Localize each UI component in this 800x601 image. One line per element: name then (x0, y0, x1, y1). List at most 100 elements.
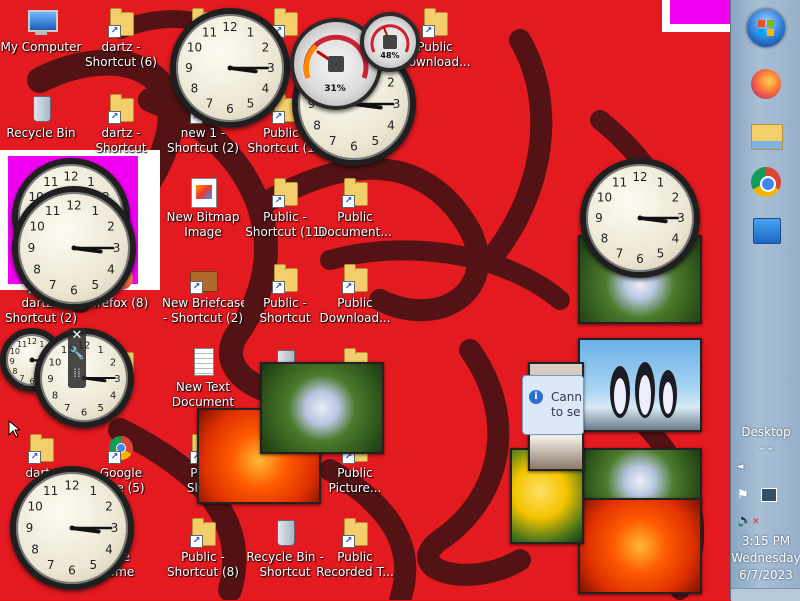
start-button[interactable] (744, 6, 788, 50)
action-center-flag-icon[interactable]: ⚑ (737, 488, 749, 503)
svg-text:5: 5 (657, 247, 665, 261)
svg-text:7: 7 (64, 403, 70, 414)
wrench-icon[interactable]: 🔧 (68, 346, 86, 360)
photo-tile-penguins[interactable] (578, 338, 702, 432)
desktop-icon-label: Public (337, 296, 373, 310)
drag-handle-icon[interactable]: ⁞⁞ (68, 366, 86, 380)
firefox-icon (751, 69, 781, 99)
svg-text:11: 11 (43, 484, 58, 498)
close-icon[interactable]: ✕ (68, 328, 86, 343)
desktop-icon[interactable]: ↗ Public Document... (314, 176, 396, 240)
desktop-icon-label: New Bitmap (166, 210, 240, 224)
mouse-cursor-icon (8, 420, 20, 438)
clock-date[interactable]: 6/7/2023 (731, 568, 800, 582)
desktop-toolbar-label[interactable]: Desktop (731, 425, 800, 439)
cpu-meter-gadget[interactable]: 31% 48% (290, 12, 420, 110)
cpu-percent-readout: 31% (320, 84, 350, 94)
svg-text:1: 1 (91, 204, 99, 218)
svg-text:12: 12 (222, 20, 237, 34)
svg-text:8: 8 (313, 118, 321, 132)
analog-clock-gadget[interactable]: 123456789101112 (10, 466, 134, 590)
svg-text:8: 8 (33, 262, 41, 276)
svg-text:1: 1 (247, 26, 255, 40)
show-desktop-button[interactable] (731, 588, 800, 601)
briefcase-icon: ↗ (187, 262, 219, 294)
svg-text:6: 6 (81, 407, 87, 418)
recycle-bin-icon (25, 92, 57, 124)
svg-text:2: 2 (672, 191, 680, 205)
desktop[interactable]: My Computer↗dartz -Shortcut (6)↗M↗↗Publi… (0, 0, 730, 600)
taskbar-firefox-button[interactable] (744, 62, 788, 106)
bitmap-image-icon (187, 176, 219, 208)
desktop-icon[interactable]: ↗ New Briefcase - Shortcut (2) (162, 262, 244, 326)
desktop-icon-label-line2: Picture... (328, 481, 382, 495)
svg-text:6: 6 (68, 564, 76, 578)
svg-text:10: 10 (187, 41, 202, 55)
memory-gauge: 48% (360, 12, 420, 72)
penguins-image (610, 362, 677, 418)
taskbar-control-panel-button[interactable] (744, 208, 788, 252)
svg-text:6: 6 (350, 140, 358, 154)
desktop-icon-label-line2: Shortcut (6) (85, 55, 157, 69)
analog-clock-gadget[interactable]: 123456789101112 (12, 186, 136, 310)
svg-text:9: 9 (28, 241, 36, 255)
svg-text:2: 2 (105, 500, 113, 514)
windows-orb-icon (747, 9, 785, 47)
svg-text:12: 12 (27, 337, 37, 346)
analog-clock-gadget[interactable]: 123456789101112 (170, 8, 290, 128)
photo-tile-orange-flower-right[interactable] (578, 498, 702, 594)
network-icon[interactable] (761, 488, 777, 502)
gadget-controls: ✕ 🔧 ⁞⁞ (68, 328, 86, 388)
volume-muted-icon[interactable]: 🔈✕ (737, 513, 760, 527)
desktop-icon-label-line2: Download... (319, 311, 391, 325)
svg-text:8: 8 (31, 542, 39, 556)
show-hidden-icons-arrow-icon[interactable]: ◄ (705, 462, 775, 472)
desktop-icon-label: new 1 - (180, 126, 226, 140)
photo-tile-hydrangea-small[interactable] (578, 448, 702, 504)
taskbar-chrome-button[interactable] (744, 160, 788, 204)
notification-balloon[interactable]: i Cann to se (522, 375, 584, 435)
desktop-icon-label-line2: Document... (318, 225, 392, 239)
desktop-icon[interactable]: ↗ Public Recorded T... (314, 516, 396, 580)
folder-shortcut-icon: ↗ (105, 6, 137, 38)
memory-gauge-dial (370, 24, 410, 53)
photo-tile-hydrangea[interactable] (260, 362, 384, 454)
desktop-icon-label: Public (337, 466, 373, 480)
svg-text:5: 5 (98, 403, 104, 414)
desktop-icon[interactable]: ↗ Public - Shortcut (8) (162, 516, 244, 580)
desktop-icon[interactable]: My Computer (0, 6, 82, 55)
folder-shortcut-icon: ↗ (339, 176, 371, 208)
info-icon: i (529, 390, 543, 404)
desktop-icon[interactable]: Recycle Bin (0, 92, 82, 141)
control-panel-icon (753, 218, 781, 244)
taskbar-explorer-button[interactable] (744, 114, 788, 158)
clock-face: 123456789101112 (26, 478, 119, 578)
clock-day[interactable]: Wednesday (731, 551, 800, 565)
svg-text:4: 4 (387, 118, 395, 132)
desktop-icon[interactable]: New Bitmap Image (162, 176, 244, 240)
desktop-icon[interactable]: New Text Document (162, 346, 244, 410)
desktop-icon-label: New Briefcase (162, 296, 244, 310)
chevron-down-icon[interactable]: ⌄⌄ (731, 442, 800, 453)
folder-shortcut-icon: ↗ (339, 262, 371, 294)
picture-frame-topright[interactable] (662, 0, 730, 32)
desktop-icon[interactable]: ↗ Public Download... (314, 262, 396, 326)
svg-text:1: 1 (657, 176, 665, 190)
svg-text:5: 5 (247, 97, 255, 111)
svg-text:12: 12 (66, 198, 81, 212)
analog-clock-gadget[interactable]: 123456789101112 (580, 158, 700, 278)
desktop-icon[interactable]: ↗ dartz - Shortcut (80, 92, 162, 156)
chrome-icon: ↗ (105, 432, 137, 464)
clock-face: 123456789101112 (595, 170, 685, 266)
desktop-icon-label: Public (337, 550, 373, 564)
notification-text-2: to se (551, 405, 581, 419)
folder-shortcut-icon: ↗ (269, 262, 301, 294)
svg-text:5: 5 (89, 558, 97, 572)
svg-text:4: 4 (105, 542, 113, 556)
clock-time[interactable]: 3:15 PM (731, 534, 800, 548)
desktop-icon-label: My Computer (0, 40, 82, 54)
desktop-icon[interactable]: ↗ dartz - Shortcut (6) (80, 6, 162, 70)
desktop-icon-label-line2: - Shortcut (2) (162, 311, 244, 325)
svg-text:4: 4 (110, 391, 116, 402)
folder-shortcut-icon: ↗ (105, 92, 137, 124)
